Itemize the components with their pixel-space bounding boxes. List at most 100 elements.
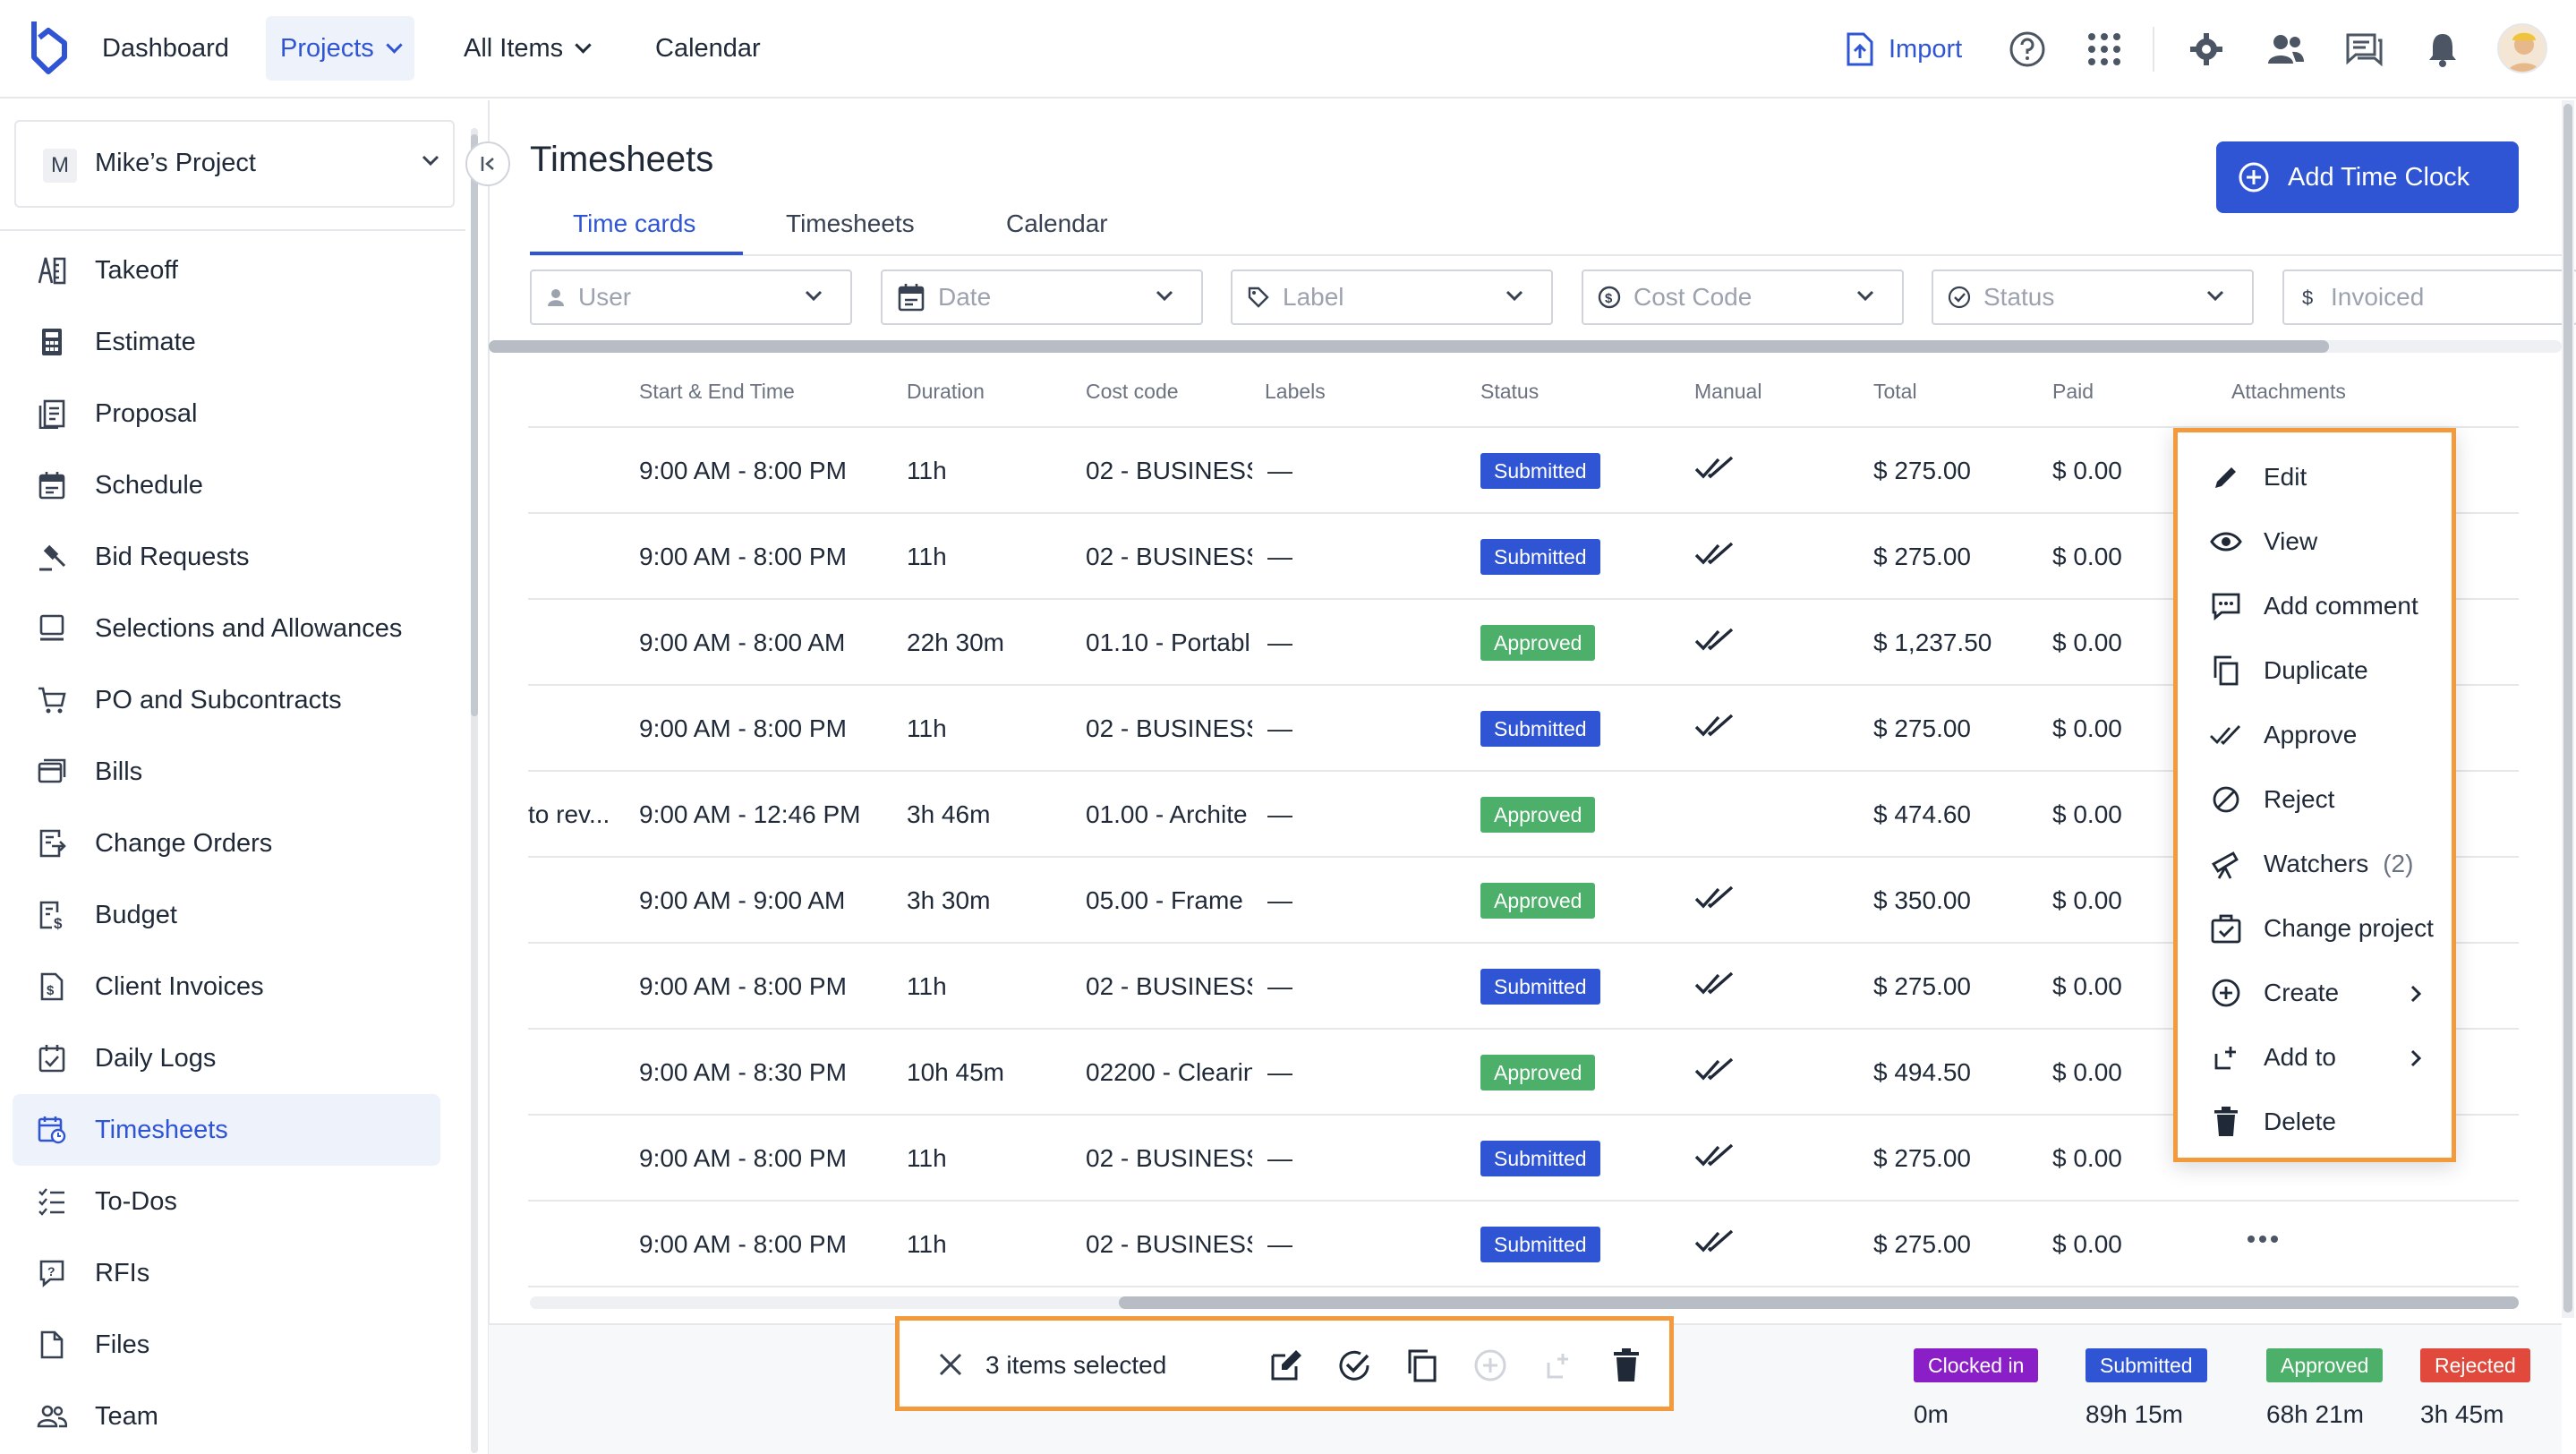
column-cost-code[interactable]: Cost code (1086, 380, 1179, 404)
clear-selection-close-icon[interactable] (935, 1349, 966, 1384)
row-duration: 3h 30m (907, 886, 991, 914)
manual-double-check-icon (1694, 713, 1737, 744)
row-more-options-icon[interactable] (2247, 1232, 2279, 1248)
page-scrollbar-thumb[interactable] (2563, 104, 2572, 1313)
filter-placeholder: Date (938, 283, 992, 311)
sidebar-item-proposal[interactable]: Proposal (13, 378, 440, 449)
column-manual[interactable]: Manual (1694, 380, 1761, 404)
collapse-sidebar-button[interactable] (465, 141, 510, 186)
menu-item-approve[interactable]: Approve (2178, 706, 2452, 764)
column-paid[interactable]: Paid (2052, 380, 2094, 404)
row-paid: $ 0.00 (2052, 543, 2122, 570)
dollar-icon: $ (2299, 286, 2318, 309)
sidebar-item-po-and-subcontracts[interactable]: PO and Subcontracts (13, 664, 440, 736)
filter-label[interactable]: Label (1231, 269, 1553, 325)
filter-invoiced[interactable]: $ Invoiced (2282, 269, 2576, 325)
column-status[interactable]: Status (1480, 380, 1539, 404)
sidebar-item-bills[interactable]: Bills (13, 736, 440, 808)
row-start-end-time: 9:00 AM - 8:00 PM (639, 1144, 847, 1172)
app-logo[interactable] (27, 18, 70, 77)
tab-time-cards[interactable]: Time cards (573, 210, 695, 238)
column-total[interactable]: Total (1873, 380, 1917, 404)
sidebar-item-daily-logs[interactable]: Daily Logs (13, 1022, 440, 1094)
settings-gear-icon[interactable] (2186, 29, 2227, 70)
chevron-right-icon (2407, 1047, 2425, 1075)
calculator-icon (36, 326, 68, 358)
table-row[interactable]: 9:00 AM - 8:00 PM 11h 02 - BUSINESS — $ 275.… (528, 1202, 2519, 1287)
double-check-icon (2208, 717, 2244, 753)
sidebar-item-files[interactable]: Files (13, 1309, 440, 1381)
menu-item-add-to[interactable]: Add to (2178, 1029, 2452, 1086)
bulk-delete-trash-icon[interactable] (1608, 1347, 1644, 1383)
sidebar-item-takeoff[interactable]: Takeoff (13, 235, 440, 306)
sidebar-item-client-invoices[interactable]: $ Client Invoices (13, 951, 440, 1022)
messages-icon[interactable] (2343, 29, 2384, 70)
sidebar-item-estimate[interactable]: Estimate (13, 306, 440, 378)
summary-value-rejected: 3h 45m (2420, 1400, 2504, 1428)
nav-all-items[interactable]: All Items (464, 16, 592, 81)
menu-item-add-comment[interactable]: Add comment (2178, 577, 2452, 635)
sidebar-item-team[interactable]: Team (13, 1381, 440, 1452)
filter-scrollbar-thumb[interactable] (489, 340, 2329, 353)
nav-calendar[interactable]: Calendar (655, 16, 761, 81)
table-scrollbar-thumb[interactable] (1119, 1296, 2519, 1309)
sidebar-item-rfis[interactable]: ? RFIs (13, 1237, 440, 1309)
add-time-clock-label: Add Time Clock (2288, 162, 2470, 192)
row-labels: — (1267, 1058, 1292, 1086)
nav-dashboard[interactable]: Dashboard (102, 16, 229, 81)
sidebar-scrollbar-thumb[interactable] (471, 134, 478, 716)
filter-cost-code[interactable]: $ Cost Code (1582, 269, 1904, 325)
column-start-end-time[interactable]: Start & End Time (639, 380, 795, 404)
sidebar-item-selections-and-allowances[interactable]: Selections and Allowances (13, 593, 440, 664)
trash-icon (2208, 1104, 2244, 1140)
tab-calendar[interactable]: Calendar (1006, 210, 1108, 238)
svg-text:$: $ (2302, 287, 2313, 309)
sidebar-item-label: Files (95, 1330, 150, 1359)
filter-status[interactable]: Status (1932, 269, 2254, 325)
change-orders-icon (36, 827, 68, 860)
row-cost-code: 01.10 - Portabl (1086, 629, 1250, 656)
bulk-edit-icon[interactable] (1268, 1347, 1304, 1383)
menu-item-view[interactable]: View (2178, 513, 2452, 570)
project-name: Mike’s Project (95, 149, 256, 177)
nav-projects[interactable]: Projects (266, 16, 414, 81)
sidebar-item-label: Proposal (95, 398, 198, 428)
sidebar-item-to-dos[interactable]: To-Dos (13, 1166, 440, 1237)
sidebar-item-schedule[interactable]: Schedule (13, 449, 440, 521)
bulk-approve-icon[interactable] (1336, 1347, 1372, 1383)
bulk-add-to-icon[interactable] (1540, 1347, 1576, 1383)
chevron-right-icon (2407, 982, 2425, 1011)
row-total: $ 275.00 (1873, 714, 1971, 742)
column-attachments[interactable]: Attachments (2231, 380, 2346, 404)
import-button[interactable]: Import (1846, 27, 1962, 72)
filter-user[interactable]: User (530, 269, 852, 325)
bulk-create-plus-icon[interactable] (1472, 1347, 1508, 1383)
sidebar-item-timesheets[interactable]: Timesheets (13, 1094, 440, 1166)
project-selector[interactable]: M Mike’s Project (14, 120, 455, 208)
menu-item-edit[interactable]: Edit (2178, 449, 2452, 506)
notifications-bell-icon[interactable] (2422, 29, 2463, 70)
status-badge: Submitted (1480, 1227, 1600, 1262)
user-avatar[interactable] (2497, 23, 2547, 73)
menu-item-create[interactable]: Create (2178, 964, 2452, 1022)
bulk-duplicate-icon[interactable] (1404, 1347, 1440, 1383)
sidebar-item-budget[interactable]: $ Budget (13, 879, 440, 951)
sidebar-item-bid-requests[interactable]: Bid Requests (13, 521, 440, 593)
filter-date[interactable]: Date (881, 269, 1203, 325)
team-users-icon[interactable] (2265, 29, 2306, 70)
add-time-clock-button[interactable]: Add Time Clock (2216, 141, 2519, 213)
menu-item-reject[interactable]: Reject (2178, 771, 2452, 828)
menu-item-duplicate[interactable]: Duplicate (2178, 642, 2452, 699)
column-labels[interactable]: Labels (1265, 380, 1326, 404)
apps-grid-icon[interactable] (2084, 29, 2125, 70)
tab-timesheets[interactable]: Timesheets (786, 210, 915, 238)
menu-item-delete[interactable]: Delete (2178, 1093, 2452, 1150)
duplicate-icon (2208, 653, 2244, 689)
menu-item-change-project[interactable]: Change project (2178, 900, 2452, 957)
column-duration[interactable]: Duration (907, 380, 985, 404)
menu-item-watchers[interactable]: Watchers (2) (2178, 835, 2452, 893)
invoice-icon: $ (36, 971, 68, 1003)
sidebar-item-change-orders[interactable]: Change Orders (13, 808, 440, 879)
help-icon[interactable] (2007, 29, 2048, 70)
tag-icon (1247, 286, 1270, 309)
